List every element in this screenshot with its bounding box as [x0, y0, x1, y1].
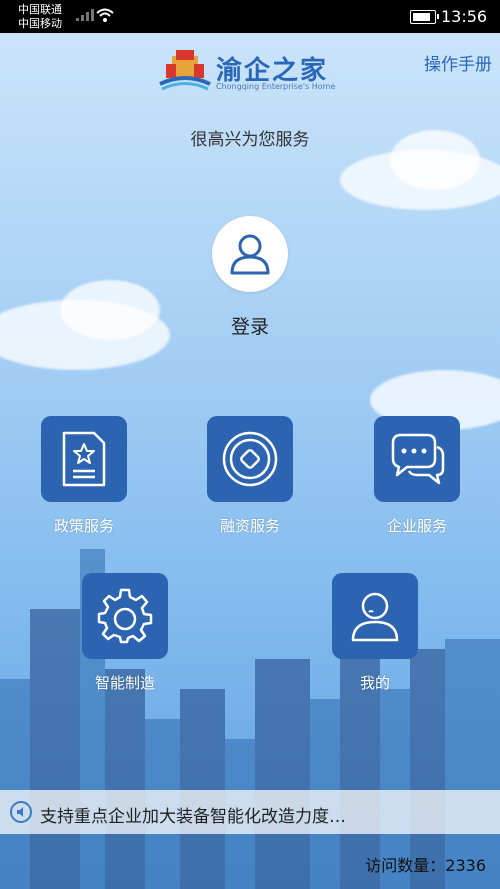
gear-icon: [97, 588, 153, 644]
user-icon: [230, 234, 270, 275]
my-profile-label[interactable]: 我的: [315, 672, 435, 693]
finance-service-label[interactable]: 融资服务: [190, 515, 310, 536]
ticker-text[interactable]: 支持重点企业加大装备智能化改造力度…: [40, 802, 346, 827]
login-button[interactable]: [212, 216, 288, 292]
policy-document-icon: [62, 431, 106, 487]
visit-count: 2336: [445, 856, 486, 875]
logo-emblem-icon: [159, 50, 211, 91]
enterprise-service-button[interactable]: [374, 416, 460, 502]
app-subtitle: Chongqing Enterprise's Home: [216, 82, 336, 91]
news-ticker[interactable]: 支持重点企业加大装备智能化改造力度…: [0, 790, 500, 834]
smart-manufacturing-label[interactable]: 智能制造: [65, 672, 185, 693]
chat-bubbles-icon: [391, 433, 445, 485]
policy-service-button[interactable]: [41, 416, 127, 502]
app-logo: 渝企之家 Chongqing Enterprise's Home: [158, 48, 348, 96]
visit-counter: 访问数量：2336: [365, 852, 486, 876]
smart-manufacturing-button[interactable]: [82, 573, 168, 659]
person-icon: [351, 592, 399, 642]
greeting-text: 很高兴为您服务: [190, 130, 310, 150]
login-label[interactable]: 登录: [0, 312, 500, 339]
visit-label: 访问数量：: [365, 856, 446, 875]
policy-service-label[interactable]: 政策服务: [24, 515, 144, 536]
finance-service-button[interactable]: [207, 416, 293, 502]
manual-link[interactable]: 操作手册: [424, 50, 492, 75]
enterprise-service-label[interactable]: 企业服务: [357, 515, 477, 536]
coin-icon: [222, 431, 278, 487]
my-profile-button[interactable]: [332, 573, 418, 659]
speaker-icon: [10, 801, 32, 823]
